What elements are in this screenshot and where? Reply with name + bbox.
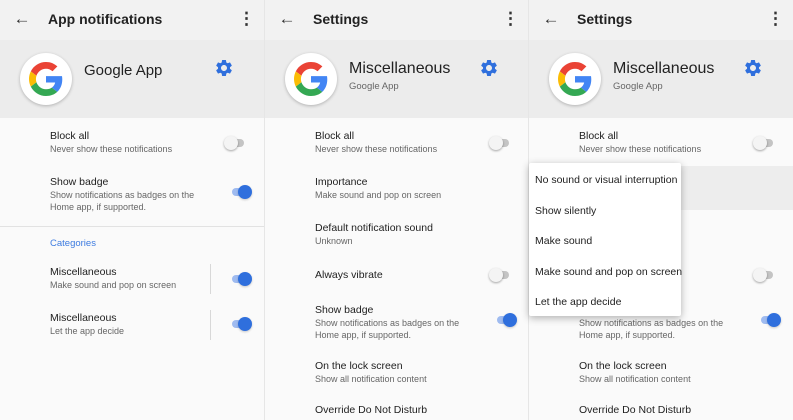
- row-title: Block all: [315, 130, 355, 142]
- always-vibrate-toggle[interactable]: [489, 268, 511, 282]
- channel-name: Miscellaneous: [349, 60, 451, 77]
- show-badge-row[interactable]: Show badge Show notifications as badges …: [265, 300, 528, 344]
- gear-icon[interactable]: [743, 58, 763, 78]
- importance-menu: No sound or visual interruption Show sil…: [529, 163, 682, 316]
- page-title: Settings: [313, 11, 369, 27]
- app-bar: ← Settings ⋮: [265, 0, 528, 40]
- show-badge-toggle[interactable]: [759, 313, 781, 327]
- row-title: Override Do Not Disturb: [579, 404, 692, 416]
- row-subtitle: Never show these notifications: [50, 144, 173, 154]
- google-g-logo: [549, 53, 601, 105]
- arrow-back-icon[interactable]: ←: [539, 7, 563, 31]
- channel-name: Miscellaneous: [613, 60, 715, 77]
- row-divider: [210, 264, 211, 294]
- row-subtitle: Never show these notifications: [579, 144, 702, 154]
- settings-panel: ← Settings ⋮ Miscellaneous Google App Bl…: [264, 0, 528, 420]
- block-all-toggle[interactable]: [224, 136, 246, 150]
- app-bar: ← App notifications ⋮: [0, 0, 264, 40]
- row-title: Block all: [579, 130, 619, 142]
- row-title: On the lock screen: [579, 360, 667, 372]
- categories-heading: Categories: [50, 238, 96, 249]
- row-subtitle: Make sound and pop on screen: [315, 190, 442, 200]
- app-name: Google App: [613, 81, 663, 92]
- category-title: Miscellaneous: [50, 312, 117, 324]
- category-title: Miscellaneous: [50, 266, 117, 278]
- category-subtitle: Let the app decide: [50, 326, 125, 336]
- row-title: Block all: [50, 130, 90, 142]
- arrow-back-icon[interactable]: ←: [275, 7, 299, 31]
- app-name: Google App: [349, 81, 399, 92]
- menu-item-let-app-decide[interactable]: Let the app decide: [535, 296, 621, 308]
- menu-item-make-sound[interactable]: Make sound: [535, 235, 592, 247]
- notification-sound-row[interactable]: Default notification sound Unknown: [265, 218, 528, 252]
- row-title: Override Do Not Disturb: [315, 404, 428, 416]
- app-name: Google App: [84, 62, 163, 79]
- category-toggle[interactable]: [230, 317, 252, 331]
- row-divider: [210, 310, 211, 340]
- row-title: Show badge: [50, 176, 109, 188]
- row-subtitle: Show notifications as badges on the Home…: [579, 318, 724, 340]
- more-vert-icon[interactable]: ⋮: [238, 7, 255, 31]
- page-title: Settings: [577, 11, 633, 27]
- gear-icon[interactable]: [214, 58, 234, 78]
- more-vert-icon[interactable]: ⋮: [502, 7, 519, 31]
- app-bar: ← Settings ⋮: [529, 0, 793, 40]
- row-subtitle: Show notifications as badges on the Home…: [50, 190, 195, 212]
- lock-screen-row[interactable]: On the lock screen Show all notification…: [529, 356, 793, 390]
- always-vibrate-toggle[interactable]: [753, 268, 775, 282]
- row-subtitle: Unknown: [315, 236, 353, 246]
- importance-row[interactable]: Importance Make sound and pop on screen: [265, 172, 528, 206]
- override-dnd-row[interactable]: Override Do Not Disturb: [265, 400, 528, 420]
- category-toggle[interactable]: [230, 272, 252, 286]
- channel-header: Miscellaneous Google App: [265, 40, 528, 118]
- lock-screen-row[interactable]: On the lock screen Show all notification…: [265, 356, 528, 390]
- show-badge-toggle[interactable]: [495, 313, 517, 327]
- google-g-logo: [285, 53, 337, 105]
- row-title: Show badge: [315, 304, 374, 316]
- row-subtitle: Show all notification content: [579, 374, 691, 384]
- show-badge-toggle[interactable]: [230, 185, 252, 199]
- category-item[interactable]: Miscellaneous Make sound and pop on scre…: [0, 262, 264, 296]
- block-all-row[interactable]: Block all Never show these notifications: [529, 126, 793, 162]
- app-notifications-panel: ← App notifications ⋮ Google App Block a…: [0, 0, 264, 420]
- row-subtitle: Never show these notifications: [315, 144, 438, 154]
- block-all-row[interactable]: Block all Never show these notifications: [0, 126, 264, 162]
- row-subtitle: Show all notification content: [315, 374, 427, 384]
- row-title: On the lock screen: [315, 360, 403, 372]
- always-vibrate-row[interactable]: Always vibrate: [265, 264, 528, 290]
- block-all-row[interactable]: Block all Never show these notifications: [265, 126, 528, 162]
- row-title: Always vibrate: [315, 269, 383, 281]
- menu-item-show-silently[interactable]: Show silently: [535, 205, 596, 217]
- row-title: Importance: [315, 176, 368, 188]
- category-subtitle: Make sound and pop on screen: [50, 280, 177, 290]
- section-divider: [0, 226, 264, 227]
- category-item[interactable]: Miscellaneous Let the app decide: [0, 308, 264, 342]
- block-all-toggle[interactable]: [753, 136, 775, 150]
- more-vert-icon[interactable]: ⋮: [767, 7, 784, 31]
- arrow-back-icon[interactable]: ←: [10, 7, 34, 31]
- app-header: Google App: [0, 40, 264, 118]
- show-badge-row[interactable]: Show badge Show notifications as badges …: [0, 172, 264, 216]
- override-dnd-row[interactable]: Override Do Not Disturb: [529, 400, 793, 420]
- row-subtitle: Show notifications as badges on the Home…: [315, 318, 460, 340]
- google-g-logo: [20, 53, 72, 105]
- channel-header: Miscellaneous Google App: [529, 40, 793, 118]
- page-title: App notifications: [48, 11, 163, 27]
- block-all-toggle[interactable]: [489, 136, 511, 150]
- menu-item-no-sound[interactable]: No sound or visual interruption: [535, 174, 677, 186]
- menu-item-sound-and-pop[interactable]: Make sound and pop on screen: [535, 266, 682, 278]
- gear-icon[interactable]: [479, 58, 499, 78]
- row-title: Default notification sound: [315, 222, 433, 234]
